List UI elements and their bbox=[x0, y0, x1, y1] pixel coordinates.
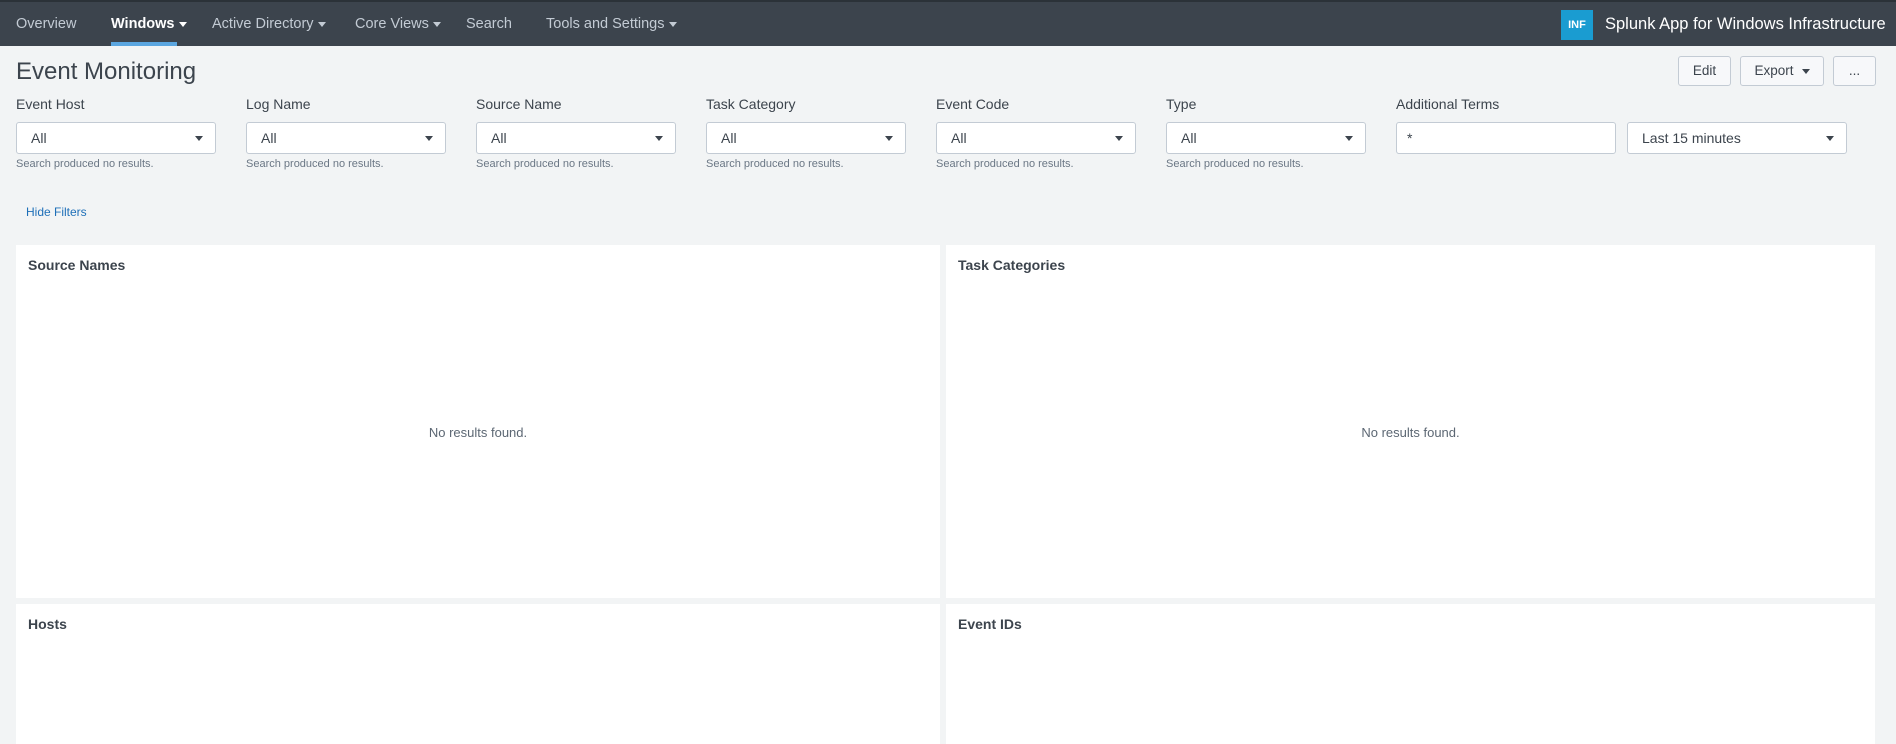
edit-button[interactable]: Edit bbox=[1678, 56, 1731, 86]
nav-overview[interactable]: Overview bbox=[16, 2, 76, 46]
task-category-dropdown[interactable]: All bbox=[706, 122, 906, 154]
filter-source-name: Source Name All Search produced no resul… bbox=[476, 96, 676, 170]
filter-label: Event Code bbox=[936, 96, 1010, 112]
active-nav-indicator bbox=[111, 42, 177, 46]
export-button-label: Export bbox=[1754, 63, 1794, 78]
more-actions-label: ... bbox=[1848, 63, 1861, 78]
panel-source-names: Source Names No results found. bbox=[16, 245, 940, 598]
filter-label: Event Host bbox=[16, 96, 85, 112]
panel-title: Event IDs bbox=[958, 616, 1022, 632]
filter-label: Type bbox=[1166, 96, 1197, 112]
nav-active-directory[interactable]: Active Directory bbox=[212, 2, 326, 46]
chevron-down-icon bbox=[655, 136, 663, 141]
chevron-down-icon bbox=[178, 21, 187, 27]
filter-type: Type All Search produced no results. bbox=[1166, 96, 1366, 170]
nav-core-views[interactable]: Core Views bbox=[355, 2, 441, 46]
filter-note: Search produced no results. bbox=[16, 158, 154, 170]
nav-tools-label: Tools and Settings bbox=[546, 16, 665, 32]
dropdown-value: All bbox=[31, 130, 47, 146]
panel-event-ids: Event IDs bbox=[946, 604, 1875, 744]
panel-task-categories: Task Categories No results found. bbox=[946, 245, 1875, 598]
dropdown-value: All bbox=[261, 130, 277, 146]
filter-additional-terms: Additional Terms bbox=[1396, 96, 1616, 154]
export-button[interactable]: Export bbox=[1740, 56, 1824, 86]
chevron-down-icon bbox=[1826, 136, 1834, 141]
no-results-message: No results found. bbox=[428, 425, 528, 440]
type-dropdown[interactable]: All bbox=[1166, 122, 1366, 154]
filter-label: Additional Terms bbox=[1396, 96, 1500, 112]
app-title[interactable]: Splunk App for Windows Infrastructure bbox=[1605, 2, 1886, 46]
event-host-dropdown[interactable]: All bbox=[16, 122, 216, 154]
filter-log-name: Log Name All Search produced no results. bbox=[246, 96, 446, 170]
filter-task-category: Task Category All Search produced no res… bbox=[706, 96, 906, 170]
nav-search[interactable]: Search bbox=[466, 2, 512, 46]
page-title: Event Monitoring bbox=[16, 58, 197, 85]
panel-title: Hosts bbox=[28, 616, 67, 632]
dropdown-value: All bbox=[951, 130, 967, 146]
chevron-down-icon bbox=[1115, 136, 1123, 141]
filter-note: Search produced no results. bbox=[706, 158, 844, 170]
app-badge-icon[interactable]: INF bbox=[1561, 10, 1593, 40]
hide-filters-link[interactable]: Hide Filters bbox=[26, 205, 87, 219]
dropdown-value: All bbox=[1181, 130, 1197, 146]
filter-label: Source Name bbox=[476, 96, 562, 112]
source-name-dropdown[interactable]: All bbox=[476, 122, 676, 154]
dropdown-value: Last 15 minutes bbox=[1642, 130, 1741, 146]
panel-hosts: Hosts bbox=[16, 604, 940, 744]
chevron-down-icon bbox=[668, 21, 677, 27]
nav-active-directory-label: Active Directory bbox=[212, 16, 314, 32]
filter-note: Search produced no results. bbox=[936, 158, 1074, 170]
panel-title: Source Names bbox=[28, 257, 126, 273]
filter-note: Search produced no results. bbox=[476, 158, 614, 170]
nav-windows-label: Windows bbox=[111, 16, 175, 32]
chevron-down-icon bbox=[432, 21, 441, 27]
filter-label: Task Category bbox=[706, 96, 796, 112]
filter-event-code: Event Code All Search produced no result… bbox=[936, 96, 1136, 170]
chevron-down-icon bbox=[1801, 68, 1810, 74]
nav-windows[interactable]: Windows bbox=[111, 2, 187, 46]
log-name-dropdown[interactable]: All bbox=[246, 122, 446, 154]
chevron-down-icon bbox=[425, 136, 433, 141]
nav-core-views-label: Core Views bbox=[355, 16, 429, 32]
chevron-down-icon bbox=[1345, 136, 1353, 141]
edit-button-label: Edit bbox=[1692, 63, 1717, 78]
dropdown-value: All bbox=[491, 130, 507, 146]
chevron-down-icon bbox=[885, 136, 893, 141]
nav-tools-and-settings[interactable]: Tools and Settings bbox=[546, 2, 677, 46]
filter-label: Log Name bbox=[246, 96, 311, 112]
chevron-down-icon bbox=[195, 136, 203, 141]
chevron-down-icon bbox=[317, 21, 326, 27]
app-bar: Overview Windows Active Directory Core V… bbox=[0, 0, 1896, 46]
time-range-picker[interactable]: Last 15 minutes bbox=[1627, 122, 1847, 154]
no-results-message: No results found. bbox=[1361, 425, 1460, 440]
nav-overview-label: Overview bbox=[16, 16, 77, 32]
filter-note: Search produced no results. bbox=[1166, 158, 1304, 170]
nav-search-label: Search bbox=[466, 16, 512, 32]
event-code-dropdown[interactable]: All bbox=[936, 122, 1136, 154]
more-actions-button[interactable]: ... bbox=[1833, 56, 1876, 86]
additional-terms-input[interactable] bbox=[1396, 122, 1616, 154]
panel-title: Task Categories bbox=[958, 257, 1066, 273]
dropdown-value: All bbox=[721, 130, 737, 146]
filter-event-host: Event Host All Search produced no result… bbox=[16, 96, 216, 170]
filter-note: Search produced no results. bbox=[246, 158, 384, 170]
